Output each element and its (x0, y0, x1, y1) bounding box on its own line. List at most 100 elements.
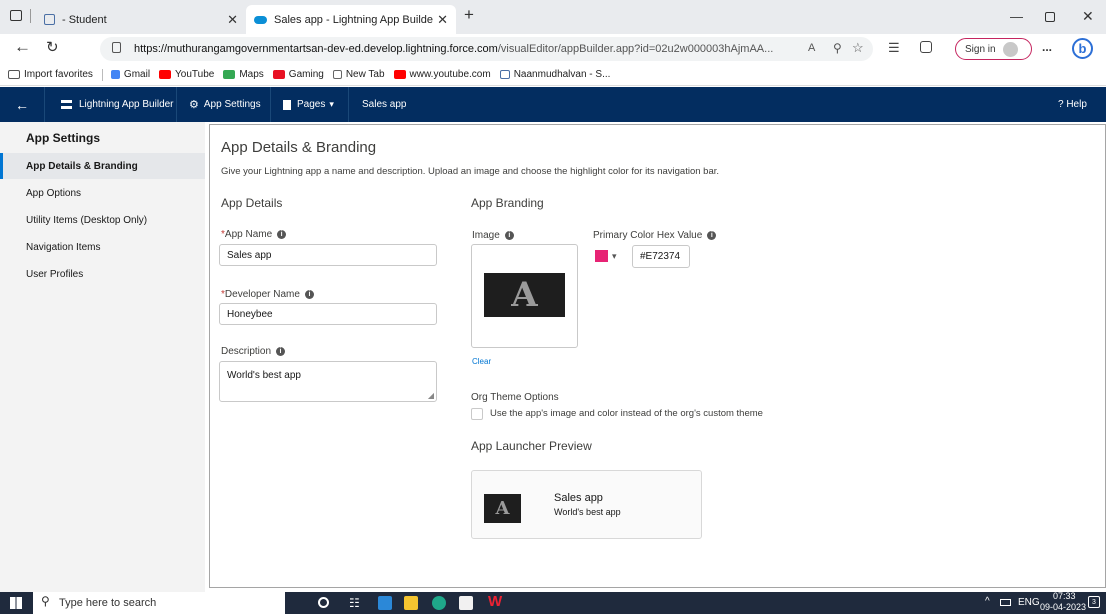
collections-icon[interactable] (920, 41, 932, 53)
new-tab-button[interactable]: + (464, 5, 474, 25)
clear-image-link[interactable]: Clear (472, 357, 491, 366)
back-button[interactable]: ← (0, 87, 45, 122)
language-indicator[interactable]: ENG (1018, 597, 1040, 608)
color-picker-button[interactable]: ▾ (595, 249, 625, 263)
preview-logo-image: A (484, 494, 521, 523)
info-icon[interactable]: i (304, 289, 314, 299)
description-value: World's best app (227, 370, 301, 381)
favorite-label: www.youtube.com (409, 69, 491, 80)
edge-browser-icon[interactable] (432, 596, 446, 610)
sidebar-item-utility-items[interactable]: Utility Items (Desktop Only) (0, 207, 205, 233)
favorite-new-tab[interactable]: New Tab (332, 69, 385, 80)
gaming-icon (272, 70, 285, 79)
wps-office-icon[interactable]: W (488, 593, 502, 610)
favorite-label: YouTube (175, 69, 215, 80)
url-host: https://muthurangamgovernmentartsan-dev-… (134, 43, 498, 55)
add-favorite-icon[interactable]: ☆ (852, 40, 864, 56)
more-menu-icon[interactable]: ... (1042, 40, 1052, 54)
close-tab-icon[interactable]: ✕ (227, 12, 238, 28)
info-icon[interactable]: i (707, 230, 717, 240)
app-name-label: Sales app (362, 99, 407, 110)
cortana-icon[interactable] (318, 597, 329, 608)
back-arrow-icon: ← (15, 96, 29, 113)
info-icon[interactable]: i (277, 229, 287, 239)
restore-icon[interactable] (1045, 12, 1055, 22)
sidebar-item-app-options[interactable]: App Options (0, 180, 205, 206)
description-label: Description i (221, 346, 286, 357)
org-theme-checkbox-label: Use the app's image and color instead of… (490, 408, 763, 419)
favorite-label: Import favorites (24, 69, 93, 80)
favorites-icon[interactable]: ☰ (888, 40, 900, 56)
task-view-icon[interactable]: ☷ (349, 596, 360, 610)
app-branding-heading: App Branding (471, 196, 544, 210)
pages-label: Pages (297, 99, 326, 110)
info-icon[interactable]: i (504, 230, 514, 240)
favorite-import[interactable]: Import favorites (8, 69, 93, 80)
clock-time[interactable]: 07:33 (1053, 591, 1076, 601)
help-button[interactable]: ? Help (1058, 87, 1106, 122)
sidebar-item-navigation-items[interactable]: Navigation Items (0, 234, 205, 260)
sidebar-item-label: Utility Items (Desktop Only) (26, 214, 148, 226)
google-icon (110, 70, 120, 79)
search-placeholder: Type here to search (59, 597, 157, 609)
file-explorer-icon[interactable] (404, 596, 418, 610)
youtube-icon (393, 70, 406, 79)
favorite-naanmudhalvan[interactable]: Naanmudhalvan - S... (499, 69, 610, 80)
app-name-field[interactable]: Sales app (219, 244, 437, 266)
minimize-icon[interactable]: — (1010, 9, 1023, 24)
notification-icon[interactable]: 3 (1088, 596, 1100, 608)
preview-app-name: Sales app (554, 492, 603, 504)
primary-color-hex-field[interactable]: #E72374 (632, 245, 690, 268)
tab-sales-app[interactable]: Sales app - Lightning App Builde ✕ (246, 5, 456, 34)
sidebar-item-label: User Profiles (26, 268, 84, 280)
store-icon[interactable] (459, 596, 473, 610)
read-aloud-icon[interactable]: A (808, 42, 815, 54)
mail-icon[interactable] (378, 596, 392, 610)
favorite-gmail[interactable]: Gmail (110, 69, 150, 80)
resize-handle-icon[interactable]: ◢ (428, 391, 434, 400)
tab-label: - Student (62, 13, 107, 26)
developer-name-field[interactable]: Honeybee (219, 303, 437, 325)
back-arrow-icon[interactable]: ← (14, 37, 31, 57)
refresh-icon[interactable]: ↻ (46, 38, 59, 56)
bing-chat-icon[interactable]: b (1072, 38, 1093, 59)
app-settings-button[interactable]: ⚙ App Settings (177, 87, 271, 122)
sidebar-item-label: App Details & Branding (26, 160, 138, 172)
maps-icon (223, 70, 236, 79)
url-field[interactable]: https://muthurangamgovernmentartsan-dev-… (100, 37, 873, 61)
app-logo-image: A (484, 273, 565, 317)
favorite-youtube-com[interactable]: www.youtube.com (393, 69, 491, 80)
browser-tab-bar: - Student ✕ Sales app - Lightning App Bu… (0, 0, 1106, 34)
close-window-icon[interactable]: ✕ (1082, 8, 1094, 25)
tab-actions-icon[interactable] (10, 10, 22, 21)
description-textarea[interactable]: World's best app ◢ (219, 361, 437, 402)
pages-menu-button[interactable]: Pages ▾ (271, 87, 349, 122)
sign-in-button[interactable]: Sign in (955, 38, 1032, 60)
favorite-maps[interactable]: Maps (223, 69, 264, 80)
primary-color-label-text: Primary Color Hex Value (593, 230, 703, 241)
sidebar-item-app-details-branding[interactable]: App Details & Branding (0, 153, 205, 179)
favorite-gaming[interactable]: Gaming (272, 69, 324, 80)
student-page-icon (499, 70, 510, 79)
import-icon (8, 70, 20, 79)
app-image-uploader[interactable]: A (471, 244, 578, 348)
battery-icon[interactable] (1000, 599, 1011, 606)
builder-title: Lightning App Builder (45, 87, 177, 122)
tab-student[interactable]: - Student ✕ (36, 5, 246, 34)
chevron-up-icon[interactable]: ^ (985, 596, 990, 607)
taskbar-search-box[interactable]: ⚲ Type here to search (33, 592, 285, 614)
zoom-icon[interactable]: ⚲ (833, 41, 842, 55)
app-launcher-preview-card: A Sales app World's best app (471, 470, 702, 539)
sidebar-item-label: Navigation Items (26, 241, 101, 253)
image-label: Image i (472, 230, 514, 241)
page-icon (283, 99, 291, 110)
info-icon[interactable]: i (276, 346, 286, 356)
org-theme-checkbox[interactable] (471, 408, 483, 420)
sidebar-item-user-profiles[interactable]: User Profiles (0, 261, 205, 287)
close-tab-icon[interactable]: ✕ (437, 12, 448, 28)
clock-date[interactable]: 09-04-2023 (1040, 602, 1086, 612)
windows-start-icon[interactable] (10, 597, 22, 609)
avatar-icon (1002, 41, 1018, 57)
favorite-youtube[interactable]: YouTube (159, 69, 214, 80)
settings-sidebar: App Settings App Details & Branding App … (0, 122, 205, 592)
